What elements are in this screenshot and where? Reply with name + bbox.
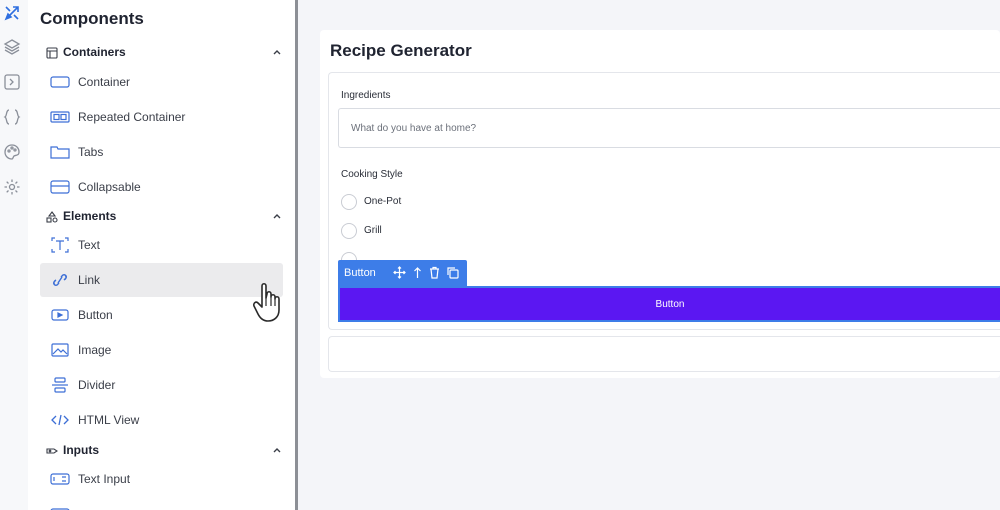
copy-icon[interactable] (446, 266, 459, 279)
component-item-html-view[interactable]: HTML View (40, 403, 283, 437)
palette-icon[interactable] (3, 143, 21, 161)
component-label: Button (78, 308, 113, 322)
radio-label: One-Pot (364, 196, 402, 207)
cooking-style-label: Cooking Style (341, 169, 403, 180)
empty-container[interactable] (328, 336, 1000, 372)
component-item-repeated-container[interactable]: Repeated Container (40, 100, 283, 134)
app-title: Recipe Generator (330, 41, 472, 60)
component-item-text-input[interactable]: Text Input (40, 462, 283, 496)
component-item-image[interactable]: Image (40, 333, 283, 367)
component-item-tabs[interactable]: Tabs (40, 135, 283, 169)
component-label: Container (78, 75, 131, 89)
radio-label: Grill (364, 225, 382, 236)
code-icon (51, 414, 69, 426)
ingredients-input[interactable]: What do you have at home? (338, 108, 1000, 148)
collapsable-icon (50, 180, 70, 194)
button-label: Button (655, 299, 685, 310)
chevron-up-icon[interactable] (271, 46, 283, 58)
component-label: Image (78, 343, 112, 357)
tabs-icon (50, 146, 70, 159)
component-item-text[interactable]: Text (40, 228, 283, 262)
component-label: Collapsable (78, 180, 141, 194)
container-icon (50, 76, 70, 88)
tools-icon[interactable] (3, 4, 21, 22)
component-label: Text (78, 238, 101, 252)
button-icon (51, 309, 69, 321)
trash-icon[interactable] (428, 266, 441, 279)
section-elements[interactable]: Elements (44, 208, 281, 226)
selection-toolbar[interactable]: Button (338, 260, 467, 286)
terminal-icon[interactable] (3, 73, 21, 91)
left-icon-rail (0, 0, 28, 510)
component-item-link[interactable]: Link (40, 263, 283, 297)
section-label: Inputs (63, 443, 99, 457)
section-label: Containers (63, 45, 126, 59)
component-label: Repeated Container (78, 110, 186, 124)
braces-icon[interactable] (3, 108, 21, 126)
table-icon (46, 47, 58, 59)
ingredients-placeholder: What do you have at home? (351, 123, 477, 134)
arrow-up-icon[interactable] (411, 266, 424, 279)
component-label: HTML View (78, 413, 140, 427)
panel-title: Components (40, 9, 144, 28)
image-icon (51, 343, 69, 357)
radio-grill[interactable] (341, 223, 357, 239)
section-label: Elements (63, 209, 117, 223)
move-icon[interactable] (393, 266, 406, 279)
link-icon (53, 274, 67, 286)
layers-icon[interactable] (3, 38, 21, 56)
selected-button[interactable]: Button (338, 286, 1000, 322)
component-label: Divider (78, 378, 116, 392)
component-item-collapsable[interactable]: Collapsable (40, 170, 283, 204)
chevron-up-icon[interactable] (271, 210, 283, 222)
divider-icon (52, 377, 68, 393)
repeated-container-icon (50, 111, 70, 123)
tag-icon (46, 448, 58, 454)
selection-label: Button (344, 267, 376, 279)
ingredients-label: Ingredients (341, 90, 391, 101)
component-item-divider[interactable]: Divider (40, 368, 283, 402)
section-inputs[interactable]: Inputs (44, 442, 281, 460)
chevron-up-icon[interactable] (271, 444, 283, 456)
section-containers[interactable]: Containers (44, 44, 281, 62)
component-label: Tabs (78, 145, 104, 159)
component-label: Link (78, 273, 101, 287)
components-panel: Components Containers Container Repeated… (28, 0, 298, 510)
shapes-icon (46, 211, 58, 223)
component-item-container[interactable]: Container (40, 65, 283, 99)
text-icon (51, 237, 69, 253)
component-item-partial[interactable] (40, 497, 283, 510)
hand-cursor-icon (253, 282, 280, 322)
input-icon (50, 508, 70, 510)
component-item-button[interactable]: Button (40, 298, 283, 332)
component-label: Text Input (78, 472, 131, 486)
gear-icon[interactable] (3, 178, 21, 196)
radio-one-pot[interactable] (341, 194, 357, 210)
text-input-icon (50, 473, 70, 485)
